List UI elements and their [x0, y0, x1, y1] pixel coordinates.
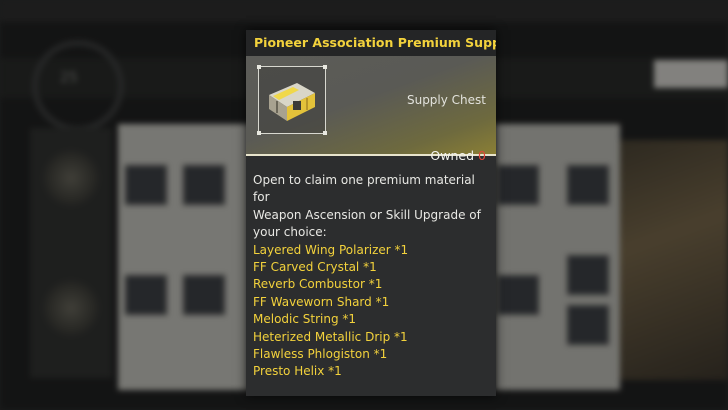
reward-item: Heterized Metallic Drip *1	[253, 329, 408, 344]
item-description: Open to claim one premium material for W…	[253, 172, 488, 242]
reward-item: Layered Wing Polarizer *1	[253, 242, 409, 257]
item-title: Pioneer Association Premium Supply II	[246, 30, 496, 56]
reward-item: Flawless Phlogiston *1	[253, 347, 388, 362]
owned-count: Owned 0	[430, 148, 486, 163]
reward-item: Melodic String *1	[253, 312, 357, 327]
reward-list: Layered Wing Polarizer *1 FF Carved Crys…	[253, 242, 488, 381]
reward-item: FF Carved Crystal *1	[253, 260, 377, 275]
item-body: Open to claim one premium material for W…	[246, 156, 496, 381]
reward-item: Presto Helix *1	[253, 364, 342, 379]
item-type-label: Supply Chest	[406, 93, 486, 107]
description-line: Open to claim one premium material for	[253, 173, 475, 205]
item-tooltip: Pioneer Association Premium Supply II Su…	[246, 30, 496, 396]
reward-item: FF Waveworn Shard *1	[253, 294, 390, 309]
supply-chest-icon	[269, 83, 315, 121]
reward-item: Reverb Combustor *1	[253, 277, 383, 292]
owned-value: 0	[478, 148, 486, 163]
item-header: Supply Chest Owned 0	[246, 56, 496, 163]
item-icon-frame	[257, 65, 327, 135]
owned-label: Owned	[430, 148, 475, 163]
description-line: Weapon Ascension or Skill Upgrade of	[253, 207, 481, 222]
description-line: your choice:	[253, 225, 327, 240]
